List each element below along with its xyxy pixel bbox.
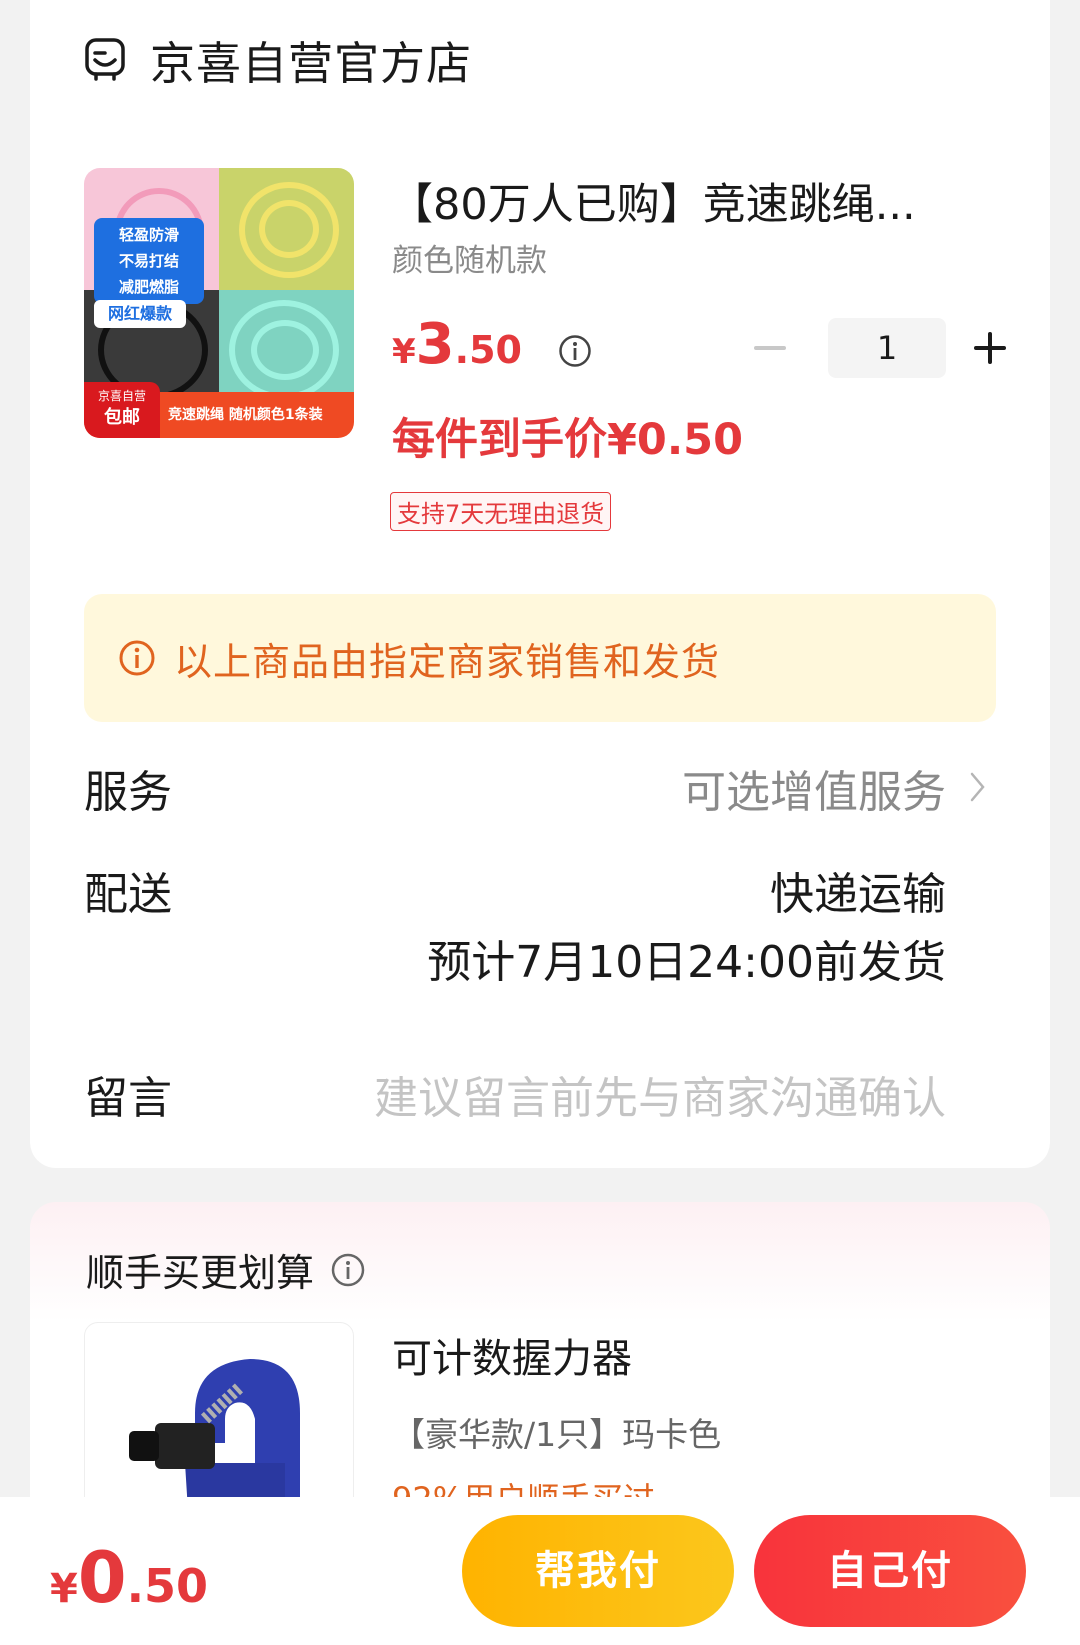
help-me-pay-button[interactable]: 帮我付 xyxy=(462,1515,734,1627)
service-value[interactable]: 可选增值服务 xyxy=(682,756,946,820)
delivery-method: 快递运输 xyxy=(770,869,946,920)
product-price: ¥ 3 .50 xyxy=(392,312,522,377)
image-tag: 轻盈防滑 xyxy=(118,226,179,244)
final-unit-price: 每件到手价¥0.50 xyxy=(392,415,744,465)
price-info-icon[interactable] xyxy=(558,334,592,368)
order-card: 京喜自营官方店 轻盈防滑 不易打结 减肥燃脂 网红爆款 京喜自营 包邮 竞速跳绳… xyxy=(30,0,1050,1168)
product-title[interactable]: 【80万人已购】竞速跳绳... xyxy=(390,170,990,232)
increase-quantity-button[interactable] xyxy=(970,328,1010,368)
image-hot-tag: 网红爆款 xyxy=(94,300,186,328)
image-caption: 竞速跳绳 随机颜色1条装 xyxy=(168,407,323,423)
upsell-item-name[interactable]: 可计数握力器 xyxy=(392,1326,632,1384)
image-tag: 不易打结 xyxy=(118,252,179,270)
checkout-bar: ¥ 0 .50 帮我付 自己付 xyxy=(0,1497,1080,1645)
quantity-stepper: 1 xyxy=(750,318,1010,378)
notice-info-icon xyxy=(119,640,155,676)
delivery-label: 配送 xyxy=(84,869,172,920)
notice-text: 以上商品由指定商家销售和发货 xyxy=(174,639,721,684)
upsell-header: 顺手买更划算 xyxy=(86,1242,366,1297)
store-name: 京喜自营官方店 xyxy=(150,36,473,90)
return-policy-badge: 支持7天无理由退货 xyxy=(390,492,612,531)
service-label: 服务 xyxy=(84,767,172,818)
image-quadrant-yellow xyxy=(219,168,354,290)
store-icon xyxy=(85,38,125,81)
product-variant[interactable]: 颜色随机款 xyxy=(392,235,547,280)
image-badge: 京喜自营 包邮 xyxy=(84,382,160,438)
total-price: ¥ 0 .50 xyxy=(50,1537,209,1619)
pay-myself-button[interactable]: 自己付 xyxy=(754,1515,1026,1627)
decrease-quantity-button[interactable] xyxy=(750,328,790,368)
image-tag: 减肥燃脂 xyxy=(118,278,179,296)
seller-notice: 以上商品由指定商家销售和发货 xyxy=(84,594,996,722)
chevron-right-icon[interactable] xyxy=(968,770,988,804)
image-caption-bar: 京喜自营 包邮 竞速跳绳 随机颜色1条装 xyxy=(84,382,354,438)
checkout-page: 京喜自营官方店 轻盈防滑 不易打结 减肥燃脂 网红爆款 京喜自营 包邮 竞速跳绳… xyxy=(0,0,1080,1645)
message-input[interactable]: 建议留言前先与商家沟通确认 xyxy=(374,1062,946,1126)
quantity-input[interactable]: 1 xyxy=(828,318,946,378)
upsell-info-icon[interactable] xyxy=(330,1252,366,1288)
store-header[interactable]: 京喜自营官方店 xyxy=(82,24,472,94)
upsell-item-spec[interactable]: 【豪华款/1只】玛卡色 xyxy=(392,1408,721,1456)
image-feature-tags: 轻盈防滑 不易打结 减肥燃脂 xyxy=(94,218,204,304)
upsell-title: 顺手买更划算 xyxy=(86,1251,315,1295)
delivery-eta: 预计7月10日24:00前发货 xyxy=(427,937,946,988)
product-image[interactable]: 轻盈防滑 不易打结 减肥燃脂 网红爆款 京喜自营 包邮 竞速跳绳 随机颜色1条装 xyxy=(84,168,354,438)
message-label: 留言 xyxy=(84,1073,172,1124)
